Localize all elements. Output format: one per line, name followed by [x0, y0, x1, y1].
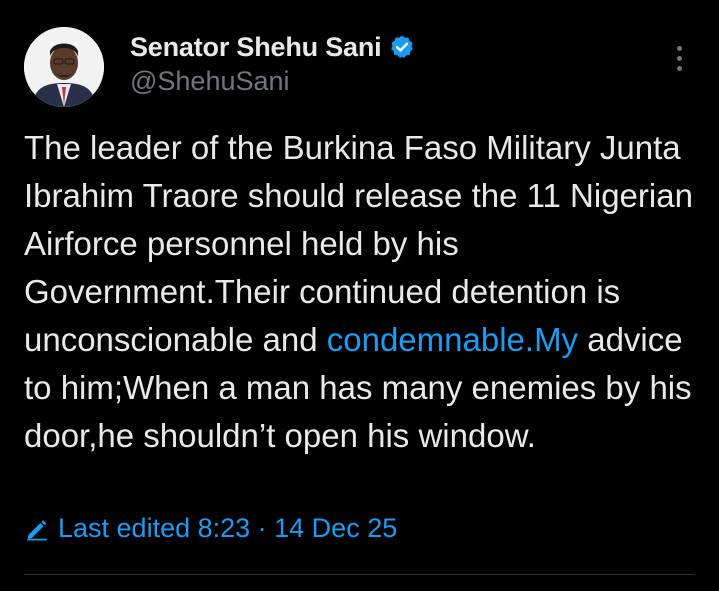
avatar[interactable]: [24, 27, 104, 107]
divider: [24, 574, 695, 575]
tweet-text: The leader of the Burkina Faso Military …: [24, 124, 704, 460]
pencil-icon: [27, 519, 47, 540]
last-edited-label[interactable]: Last edited 8:23 · 14 Dec 25: [58, 513, 397, 544]
last-edited-link[interactable]: Last edited 8:23 · 14 Dec 25: [24, 513, 397, 544]
tweet-card: Senator Shehu Sani @ShehuSani The leader…: [0, 0, 719, 591]
verified-badge-icon: [389, 34, 415, 60]
tweet-link[interactable]: condemnable.My: [327, 321, 578, 358]
display-name[interactable]: Senator Shehu Sani: [130, 32, 382, 63]
author-name-row: Senator Shehu Sani: [130, 30, 415, 64]
more-options-icon[interactable]: [670, 44, 690, 74]
author-handle[interactable]: @ShehuSani: [130, 66, 290, 97]
